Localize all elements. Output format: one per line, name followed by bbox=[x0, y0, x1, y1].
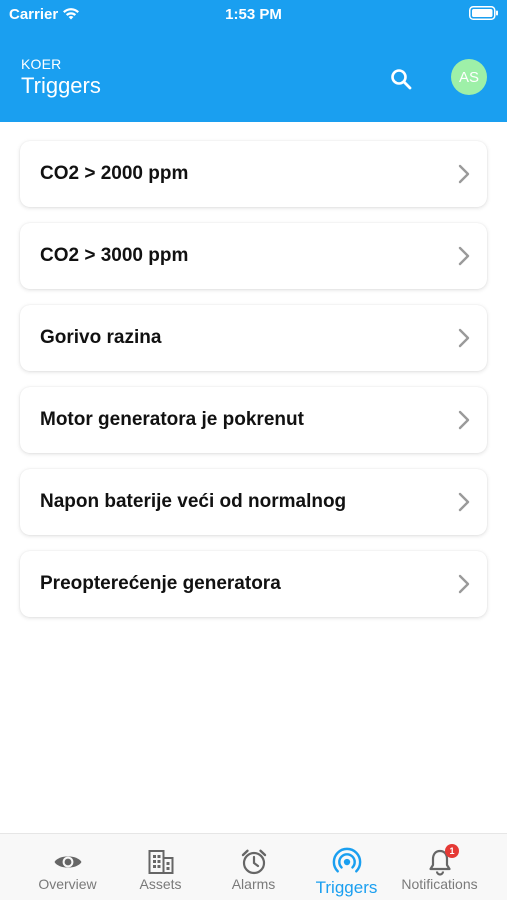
battery-icon bbox=[469, 6, 498, 20]
chevron-right-icon bbox=[458, 328, 470, 348]
search-icon bbox=[391, 69, 412, 90]
eye-icon bbox=[54, 856, 81, 868]
notification-badge: 1 bbox=[445, 844, 459, 858]
app-header: Carrier 1:53 PM KOER Triggers AS bbox=[0, 0, 507, 122]
chevron-right-icon bbox=[458, 492, 470, 512]
chevron-right-icon bbox=[458, 164, 470, 184]
trigger-list: CO2 > 2000 ppm CO2 > 3000 ppm Gorivo raz… bbox=[20, 141, 487, 633]
trigger-label: Preopterećenje generatora bbox=[40, 573, 281, 594]
trigger-label: Motor generatora je pokrenut bbox=[40, 409, 304, 430]
trigger-list-item[interactable]: Preopterećenje generatora bbox=[20, 551, 487, 617]
tab-notifications[interactable]: 1 Notifications bbox=[389, 834, 490, 900]
alarm-clock-icon bbox=[241, 849, 266, 875]
trigger-label: Napon baterije veći od normalnog bbox=[40, 491, 347, 512]
trigger-list-item[interactable]: Napon baterije veći od normalnog bbox=[20, 469, 487, 535]
tab-label: Assets bbox=[139, 876, 182, 892]
tab-overview[interactable]: Overview bbox=[17, 834, 118, 900]
trigger-list-item[interactable]: Gorivo razina bbox=[20, 305, 487, 371]
trigger-label: CO2 > 2000 ppm bbox=[40, 163, 189, 184]
search-button[interactable] bbox=[386, 64, 416, 94]
trigger-list-item[interactable]: CO2 > 3000 ppm bbox=[20, 223, 487, 289]
tab-assets[interactable]: Assets bbox=[110, 834, 211, 900]
tab-label: Overview bbox=[38, 876, 97, 892]
status-time: 1:53 PM bbox=[225, 6, 282, 23]
tab-triggers[interactable]: Triggers bbox=[296, 834, 397, 900]
organization-name: KOER bbox=[21, 56, 62, 72]
tab-label: Triggers bbox=[315, 878, 378, 897]
user-avatar[interactable]: AS bbox=[451, 59, 487, 95]
broadcast-icon bbox=[332, 847, 361, 873]
status-bar: Carrier 1:53 PM bbox=[0, 0, 507, 28]
trigger-label: CO2 > 3000 ppm bbox=[40, 245, 189, 266]
tab-label: Notifications bbox=[401, 876, 478, 892]
chevron-right-icon bbox=[458, 574, 470, 594]
page-title: Triggers bbox=[21, 73, 101, 98]
trigger-label: Gorivo razina bbox=[40, 327, 162, 348]
trigger-list-item[interactable]: Motor generatora je pokrenut bbox=[20, 387, 487, 453]
tab-alarms[interactable]: Alarms bbox=[203, 834, 304, 900]
trigger-list-item[interactable]: CO2 > 2000 ppm bbox=[20, 141, 487, 207]
chevron-right-icon bbox=[458, 410, 470, 430]
building-icon bbox=[148, 850, 173, 874]
chevron-right-icon bbox=[458, 246, 470, 266]
tab-label: Alarms bbox=[231, 876, 276, 892]
tab-bar: Overview Assets Alarms Triggers 1 Notifi… bbox=[0, 833, 507, 900]
